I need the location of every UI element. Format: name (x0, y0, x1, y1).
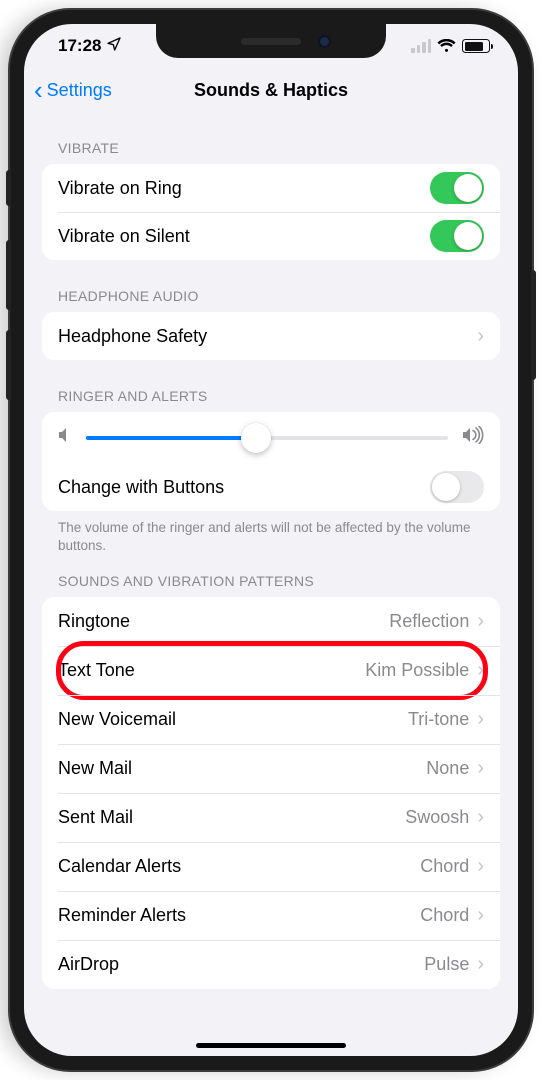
back-button[interactable]: ‹ Settings (34, 77, 112, 103)
chevron-right-icon: › (477, 904, 484, 927)
row-ringtone[interactable]: Ringtone Reflection › (42, 597, 500, 646)
section-header-ringer: RINGER AND ALERTS (24, 360, 518, 412)
row-value: None (426, 758, 469, 779)
row-value: Tri-tone (408, 709, 469, 730)
row-value: Swoosh (405, 807, 469, 828)
row-label: Vibrate on Silent (58, 226, 430, 247)
screen: 17:28 ‹ Settings Sounds & Haptics VIBR (24, 24, 518, 1056)
row-vibrate-on-ring: Vibrate on Ring (42, 164, 500, 212)
row-label: Headphone Safety (58, 326, 469, 347)
row-text-tone[interactable]: Text Tone Kim Possible › (42, 646, 500, 695)
row-change-with-buttons: Change with Buttons (42, 463, 500, 511)
row-airdrop[interactable]: AirDrop Pulse › (42, 940, 500, 989)
row-label: Sent Mail (58, 807, 405, 828)
volume-low-icon (58, 427, 72, 448)
row-label: Reminder Alerts (58, 905, 420, 926)
row-label: Vibrate on Ring (58, 178, 430, 199)
page-title: Sounds & Haptics (194, 80, 348, 101)
slider-fill (86, 436, 256, 440)
toggle-vibrate-on-ring[interactable] (430, 172, 484, 204)
chevron-right-icon: › (477, 757, 484, 780)
row-label: Text Tone (58, 660, 365, 681)
row-calendar-alerts[interactable]: Calendar Alerts Chord › (42, 842, 500, 891)
section-header-vibrate: VIBRATE (24, 112, 518, 164)
group-vibrate: Vibrate on Ring Vibrate on Silent (42, 164, 500, 260)
row-label: Calendar Alerts (58, 856, 420, 877)
row-new-mail[interactable]: New Mail None › (42, 744, 500, 793)
toggle-change-with-buttons[interactable] (430, 471, 484, 503)
content-scroll[interactable]: VIBRATE Vibrate on Ring Vibrate on Silen… (24, 112, 518, 1056)
row-value: Reflection (389, 611, 469, 632)
toggle-vibrate-on-silent[interactable] (430, 220, 484, 252)
back-label: Settings (47, 80, 112, 101)
row-label: Change with Buttons (58, 477, 430, 498)
row-volume-slider (42, 412, 500, 463)
row-label: New Voicemail (58, 709, 408, 730)
row-value: Chord (420, 905, 469, 926)
chevron-right-icon: › (477, 610, 484, 633)
volume-high-icon (462, 426, 484, 449)
group-headphone: Headphone Safety › (42, 312, 500, 360)
chevron-right-icon: › (477, 659, 484, 682)
nav-bar: ‹ Settings Sounds & Haptics (24, 68, 518, 112)
chevron-right-icon: › (477, 325, 484, 348)
slider-thumb[interactable] (241, 423, 271, 453)
section-header-sounds: SOUNDS AND VIBRATION PATTERNS (24, 555, 518, 597)
chevron-right-icon: › (477, 708, 484, 731)
row-value: Chord (420, 856, 469, 877)
row-label: AirDrop (58, 954, 424, 975)
row-vibrate-on-silent: Vibrate on Silent (42, 212, 500, 260)
home-indicator[interactable] (196, 1043, 346, 1048)
location-icon (106, 36, 122, 57)
chevron-right-icon: › (477, 953, 484, 976)
row-headphone-safety[interactable]: Headphone Safety › (42, 312, 500, 360)
row-value: Kim Possible (365, 660, 469, 681)
status-time: 17:28 (58, 36, 101, 56)
row-sent-mail[interactable]: Sent Mail Swoosh › (42, 793, 500, 842)
cellular-icon (411, 39, 431, 53)
row-label: Ringtone (58, 611, 389, 632)
chevron-left-icon: ‹ (34, 77, 43, 103)
battery-icon (462, 39, 490, 53)
group-sounds: Ringtone Reflection › Text Tone Kim Poss… (42, 597, 500, 989)
phone-frame: 17:28 ‹ Settings Sounds & Haptics VIBR (10, 10, 532, 1070)
group-ringer: Change with Buttons (42, 412, 500, 511)
volume-slider[interactable] (86, 436, 448, 440)
notch (156, 24, 386, 58)
row-reminder-alerts[interactable]: Reminder Alerts Chord › (42, 891, 500, 940)
wifi-icon (437, 39, 456, 53)
footnote-ringer: The volume of the ringer and alerts will… (24, 511, 518, 555)
chevron-right-icon: › (477, 806, 484, 829)
row-value: Pulse (424, 954, 469, 975)
chevron-right-icon: › (477, 855, 484, 878)
row-new-voicemail[interactable]: New Voicemail Tri-tone › (42, 695, 500, 744)
section-header-headphone: HEADPHONE AUDIO (24, 260, 518, 312)
row-label: New Mail (58, 758, 426, 779)
